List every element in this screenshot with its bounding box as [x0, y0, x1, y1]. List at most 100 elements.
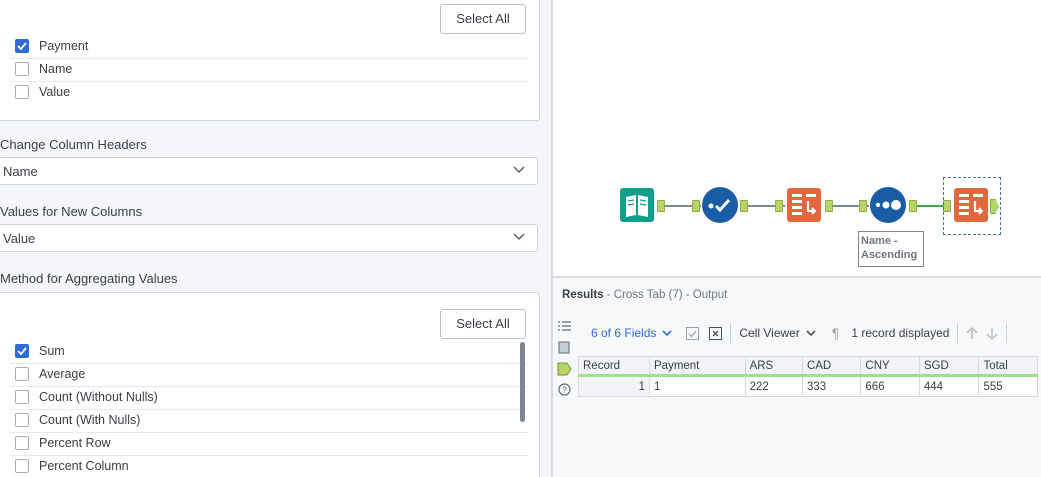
new-columns-values-dropdown[interactable]: Value: [0, 224, 538, 252]
output-anchor[interactable]: [740, 200, 748, 212]
checkbox-row[interactable]: Sum: [15, 340, 65, 362]
output-anchor[interactable]: [657, 200, 665, 212]
workflow-canvas[interactable]: Name - Ascending: [553, 0, 1041, 276]
checkbox[interactable]: [15, 459, 29, 473]
column-header[interactable]: CAD: [801, 356, 862, 377]
cross-tab-tool[interactable]: [786, 187, 822, 223]
column-headers-dropdown[interactable]: Name: [0, 157, 538, 185]
input-data-tool[interactable]: [619, 187, 655, 223]
checkbox-label: Payment: [39, 39, 89, 53]
annotation-line-2: Ascending: [861, 249, 918, 261]
checkbox[interactable]: [15, 85, 29, 99]
checkbox-label: Value: [39, 85, 71, 99]
checkbox-row[interactable]: Percent Row: [15, 432, 111, 454]
checkbox[interactable]: [15, 413, 29, 427]
list-icon[interactable]: [558, 320, 571, 332]
checkbox[interactable]: [15, 344, 29, 358]
results-label: Results: [562, 289, 604, 301]
column-header[interactable]: ARS: [744, 356, 803, 377]
table-cell[interactable]: 1: [649, 375, 746, 397]
select-all-button[interactable]: Select All: [440, 4, 526, 34]
checkbox-row[interactable]: Percent Column: [15, 455, 129, 477]
select-all-methods-button[interactable]: Select All: [440, 309, 526, 339]
sort-dots-icon: [870, 187, 906, 223]
chevron-down-icon: [513, 166, 525, 174]
help-icon[interactable]: ?: [558, 383, 571, 396]
select-records-tool[interactable]: [701, 186, 739, 224]
table-cell[interactable]: 555: [978, 375, 1038, 397]
fields-count: 6 of 6 Fields: [591, 326, 657, 340]
cross-tab-tool-selected[interactable]: [953, 187, 989, 223]
column-headers-value: Name: [3, 163, 38, 179]
arrow-down-icon[interactable]: [986, 327, 998, 340]
results-panel: Results - Cross Tab (7) - Output ? 6 of …: [553, 278, 1041, 477]
results-toolbar: 6 of 6 Fields Cell Viewer ¶ 1 record dis…: [579, 320, 1041, 346]
checkbox-label: Average: [39, 367, 86, 381]
output-anchor[interactable]: [909, 200, 917, 212]
checkbox-label: Name: [39, 62, 73, 76]
results-grid[interactable]: Record Payment ARS CAD CNY SGD Total 1 1 222 333 6…: [578, 356, 1038, 397]
row-divider: [10, 81, 528, 82]
chevron-down-icon: [662, 329, 672, 336]
uncheck-all-icon[interactable]: [709, 326, 723, 340]
row-divider: [10, 363, 528, 364]
input-anchor[interactable]: [859, 200, 867, 212]
toolbar-separator: [1006, 323, 1008, 343]
check-all-icon[interactable]: [686, 326, 700, 340]
results-subtitle: - Cross Tab (7) - Output: [606, 289, 728, 301]
toolbar-separator: [957, 323, 959, 343]
results-title: Results - Cross Tab (7) - Output: [562, 289, 727, 301]
checkbox[interactable]: [15, 39, 29, 53]
checkbox-label: Count (With Nulls): [39, 413, 141, 427]
checkbox-row[interactable]: Name: [15, 58, 72, 80]
column-header[interactable]: CNY: [860, 356, 920, 377]
table-cell[interactable]: 222: [744, 375, 803, 397]
checkbox-label: Count (Without Nulls): [39, 390, 158, 404]
output-anchor[interactable]: [825, 200, 833, 212]
aggregation-method-label: Method for Aggregating Values: [0, 271, 178, 286]
column-header[interactable]: Payment: [649, 356, 746, 377]
table-row[interactable]: 1 1 222 333 666 444 555: [578, 375, 1038, 397]
arrow-up-icon[interactable]: [966, 326, 978, 340]
sort-annotation[interactable]: Name - Ascending: [858, 231, 924, 267]
checkbox-label: Percent Row: [39, 436, 111, 450]
column-header[interactable]: SGD: [918, 356, 980, 377]
row-divider: [10, 58, 528, 59]
checkbox[interactable]: [15, 390, 29, 404]
cross-tab-icon: [954, 188, 988, 222]
new-columns-values-value: Value: [3, 230, 36, 246]
checkbox-row[interactable]: Count (With Nulls): [15, 409, 140, 431]
new-columns-values-label: Values for New Columns: [0, 204, 143, 219]
methods-scrollbar[interactable]: [520, 342, 525, 422]
checkbox[interactable]: [15, 436, 29, 450]
check-icon: [17, 42, 27, 50]
input-anchor[interactable]: [775, 200, 783, 212]
workflow-area: Name - Ascending Results - Cross Tab (7)…: [553, 0, 1041, 477]
data-icon[interactable]: [557, 362, 572, 376]
column-header[interactable]: Total: [978, 356, 1038, 377]
input-anchor[interactable]: [692, 200, 700, 212]
fields-dropdown[interactable]: 6 of 6 Fields: [591, 326, 672, 340]
pilcrow-icon[interactable]: ¶: [832, 325, 840, 341]
record-count: 1 record displayed: [851, 326, 950, 340]
checkbox[interactable]: [15, 367, 29, 381]
table-cell[interactable]: 666: [860, 375, 920, 397]
table-cell[interactable]: 333: [801, 375, 862, 397]
checkbox-row[interactable]: Value: [15, 81, 70, 103]
metadata-icon[interactable]: [558, 341, 571, 354]
configuration-panel: Select All Payment Name Value Change Colum…: [0, 0, 552, 477]
checkbox-row[interactable]: Payment: [15, 35, 88, 57]
sort-tool[interactable]: [869, 186, 907, 224]
cell-viewer-dropdown[interactable]: Cell Viewer: [739, 326, 816, 340]
table-cell[interactable]: 444: [918, 375, 980, 397]
column-header[interactable]: Record: [578, 356, 650, 377]
group-fields-box: Select All: [0, 0, 540, 121]
svg-text:?: ?: [562, 386, 567, 395]
checkbox-row[interactable]: Average: [15, 363, 85, 385]
record-number-cell[interactable]: 1: [578, 375, 650, 397]
connector: [913, 205, 947, 207]
cross-tab-icon: [787, 188, 821, 222]
book-icon: [620, 188, 654, 222]
checkbox[interactable]: [15, 62, 29, 76]
checkbox-row[interactable]: Count (Without Nulls): [15, 386, 158, 408]
